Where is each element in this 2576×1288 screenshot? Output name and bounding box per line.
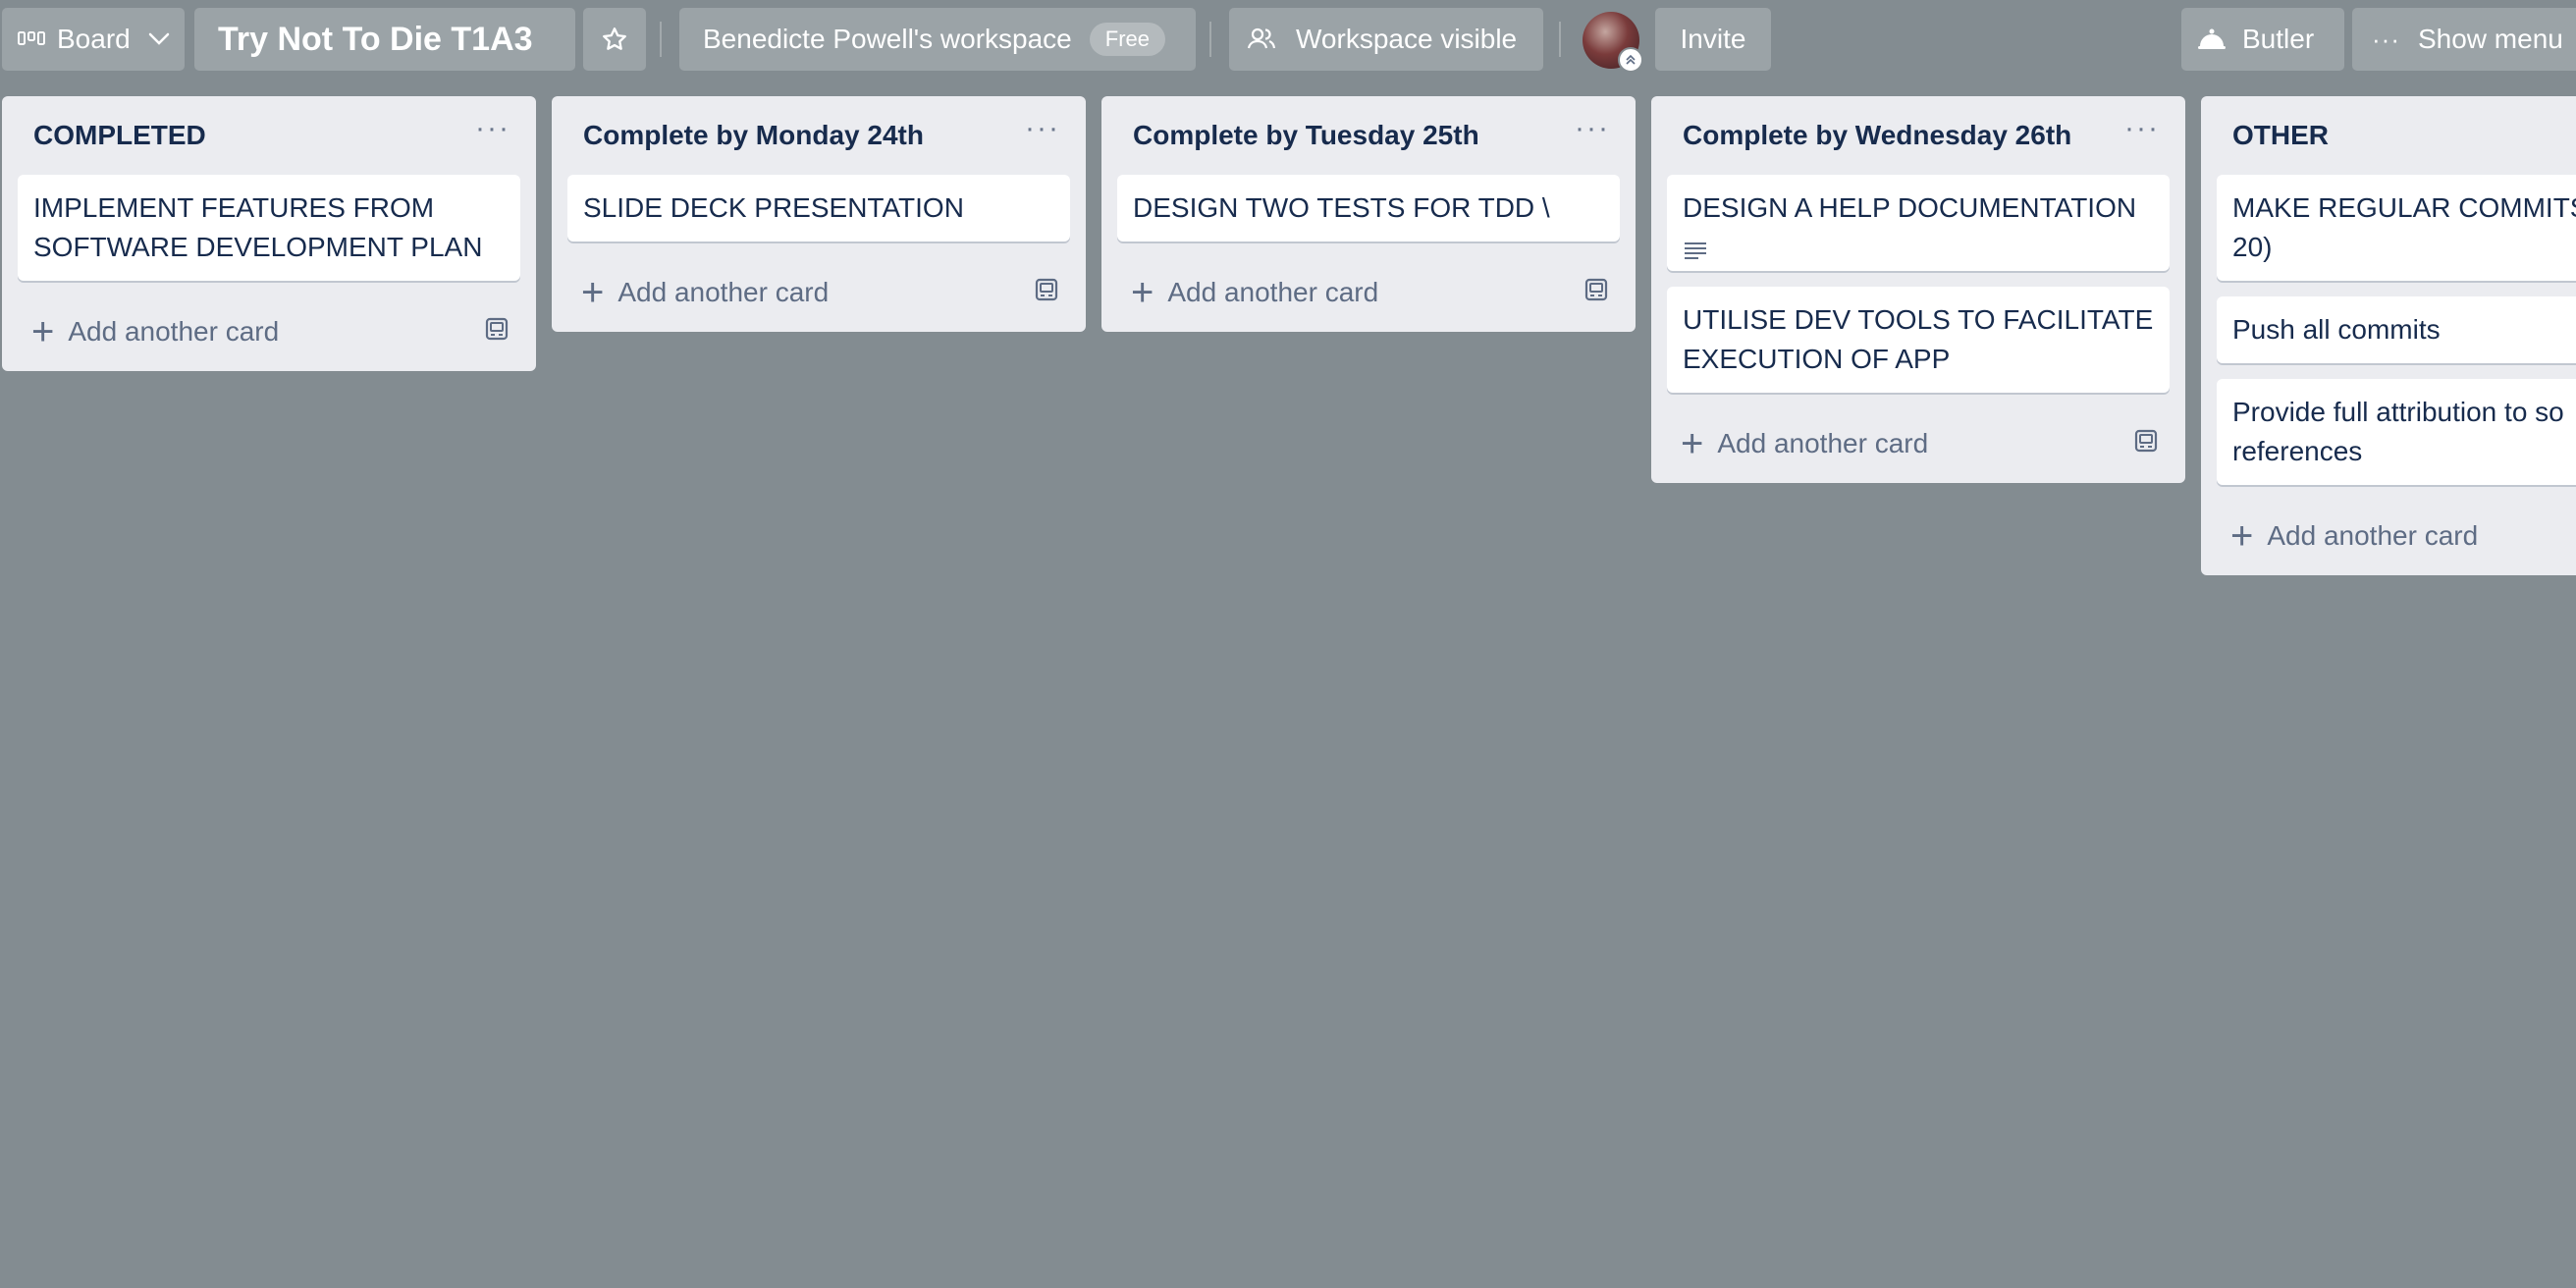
add-card-row: + Add another card: [567, 253, 1070, 332]
visibility-button[interactable]: Workspace visible: [1229, 8, 1543, 71]
divider: [1559, 22, 1561, 57]
card[interactable]: DESIGN A HELP DOCUMENTATION: [1667, 175, 2170, 271]
add-card-button[interactable]: + Add another card: [567, 273, 829, 312]
add-card-row: + Add another card: [18, 293, 520, 371]
add-card-label: Add another card: [617, 277, 830, 307]
board-title-button[interactable]: Try Not To Die T1A3: [194, 8, 575, 71]
list-completed: COMPLETED ··· IMPLEMENT FEATURES FROM SO…: [2, 96, 536, 371]
list-menu-ellipsis-icon[interactable]: ···: [465, 114, 520, 152]
list-title[interactable]: Complete by Tuesday 25th: [1133, 120, 1479, 151]
list-header: Complete by Monday 24th ···: [567, 96, 1070, 175]
chevron-down-icon: [148, 32, 170, 46]
add-card-button[interactable]: + Add another card: [18, 312, 279, 351]
list-title[interactable]: COMPLETED: [33, 120, 206, 151]
list-header: OTHER: [2217, 96, 2576, 175]
add-card-label: Add another card: [1717, 428, 1929, 458]
card-title-line: references: [2232, 436, 2363, 466]
show-menu-button[interactable]: ··· Show menu: [2352, 8, 2576, 71]
template-icon[interactable]: [2132, 427, 2160, 461]
add-card-row: + Add another card: [2217, 497, 2576, 575]
list-complete-by-tuesday: Complete by Tuesday 25th ··· DESIGN TWO …: [1101, 96, 1636, 332]
invite-label: Invite: [1680, 24, 1746, 54]
plus-icon: +: [1131, 271, 1154, 314]
card-title-line: MAKE REGULAR COMMITS: [2232, 192, 2576, 223]
card-title-line: DESIGN TWO TESTS FOR TDD \: [1133, 192, 1550, 223]
board-icon: [18, 29, 45, 49]
card[interactable]: IMPLEMENT FEATURES FROM SOFTWARE DEVELOP…: [18, 175, 520, 281]
card-title-line: UTILISE DEV TOOLS TO FACILITATE: [1683, 304, 2154, 335]
view-switcher-label: Board: [57, 24, 131, 54]
list-complete-by-wednesday: Complete by Wednesday 26th ··· DESIGN A …: [1651, 96, 2185, 483]
card[interactable]: Push all commits: [2217, 296, 2576, 363]
template-icon[interactable]: [1583, 276, 1610, 310]
add-card-label: Add another card: [1167, 277, 1379, 307]
card[interactable]: MAKE REGULAR COMMITS 20): [2217, 175, 2576, 281]
list-menu-ellipsis-icon[interactable]: ···: [2115, 114, 2170, 152]
view-switcher-button[interactable]: Board: [2, 8, 185, 71]
card[interactable]: DESIGN TWO TESTS FOR TDD \: [1117, 175, 1620, 242]
list-header: Complete by Wednesday 26th ···: [1667, 96, 2170, 175]
card-title-line: 20): [2232, 232, 2273, 262]
add-card-label: Add another card: [2267, 520, 2479, 551]
add-card-button[interactable]: + Add another card: [2217, 516, 2478, 556]
workspace-button[interactable]: Benedicte Powell's workspace Free: [679, 8, 1196, 71]
star-icon: [601, 26, 628, 53]
list-title[interactable]: Complete by Monday 24th: [583, 120, 924, 151]
card-title-line: SOFTWARE DEVELOPMENT PLAN: [33, 232, 483, 262]
admin-chevron-icon: [1618, 47, 1643, 73]
template-icon[interactable]: [1033, 276, 1060, 310]
card-title-line: IMPLEMENT FEATURES FROM: [33, 192, 435, 223]
list-complete-by-monday: Complete by Monday 24th ··· SLIDE DECK P…: [552, 96, 1086, 332]
list-menu-ellipsis-icon[interactable]: ···: [1565, 114, 1620, 152]
workspace-name: Benedicte Powell's workspace: [703, 24, 1072, 54]
card[interactable]: SLIDE DECK PRESENTATION: [567, 175, 1070, 242]
plus-icon: +: [581, 271, 605, 314]
butler-label: Butler: [2242, 24, 2315, 54]
card[interactable]: UTILISE DEV TOOLS TO FACILITATE EXECUTIO…: [1667, 287, 2170, 393]
list-title[interactable]: OTHER: [2232, 120, 2329, 151]
butler-button[interactable]: Butler: [2181, 8, 2344, 71]
add-card-row: + Add another card: [1667, 404, 2170, 483]
butler-icon: [2197, 27, 2227, 52]
list-header: Complete by Tuesday 25th ···: [1117, 96, 1620, 175]
star-board-button[interactable]: [583, 8, 646, 71]
board-title: Try Not To Die T1A3: [218, 20, 533, 58]
show-menu-label: Show menu: [2417, 24, 2563, 54]
add-card-row: + Add another card: [1117, 253, 1620, 332]
list-title[interactable]: Complete by Wednesday 26th: [1683, 120, 2071, 151]
add-card-button[interactable]: + Add another card: [1667, 424, 1928, 463]
plan-badge: Free: [1089, 23, 1166, 56]
add-card-label: Add another card: [68, 316, 280, 347]
plus-icon: +: [1681, 422, 1704, 465]
description-icon: [1683, 234, 2154, 259]
avatar[interactable]: [1583, 12, 1643, 73]
invite-button[interactable]: Invite: [1655, 8, 1771, 71]
card-title-line: EXECUTION OF APP: [1683, 344, 1951, 374]
list-menu-ellipsis-icon[interactable]: ···: [1015, 114, 1070, 152]
plus-icon: +: [31, 310, 55, 353]
card-title-line: Push all commits: [2232, 314, 2441, 345]
visibility-label: Workspace visible: [1296, 24, 1518, 54]
board-header: Board Try Not To Die T1A3 Benedicte Powe…: [0, 0, 2576, 82]
list-other: OTHER MAKE REGULAR COMMITS 20) Push all …: [2201, 96, 2576, 575]
card[interactable]: Provide full attribution to so reference…: [2217, 379, 2576, 485]
template-icon[interactable]: [483, 315, 510, 349]
card-title-line: SLIDE DECK PRESENTATION: [583, 192, 964, 223]
plus-icon: +: [2230, 514, 2254, 558]
card-title-line: Provide full attribution to so: [2232, 397, 2564, 427]
divider: [660, 22, 662, 57]
add-card-button[interactable]: + Add another card: [1117, 273, 1378, 312]
list-header: COMPLETED ···: [18, 96, 520, 175]
ellipsis-icon: ···: [2372, 24, 2400, 54]
divider: [1209, 22, 1211, 57]
card-title-line: DESIGN A HELP DOCUMENTATION: [1683, 192, 2137, 223]
people-icon: [1247, 27, 1276, 52]
